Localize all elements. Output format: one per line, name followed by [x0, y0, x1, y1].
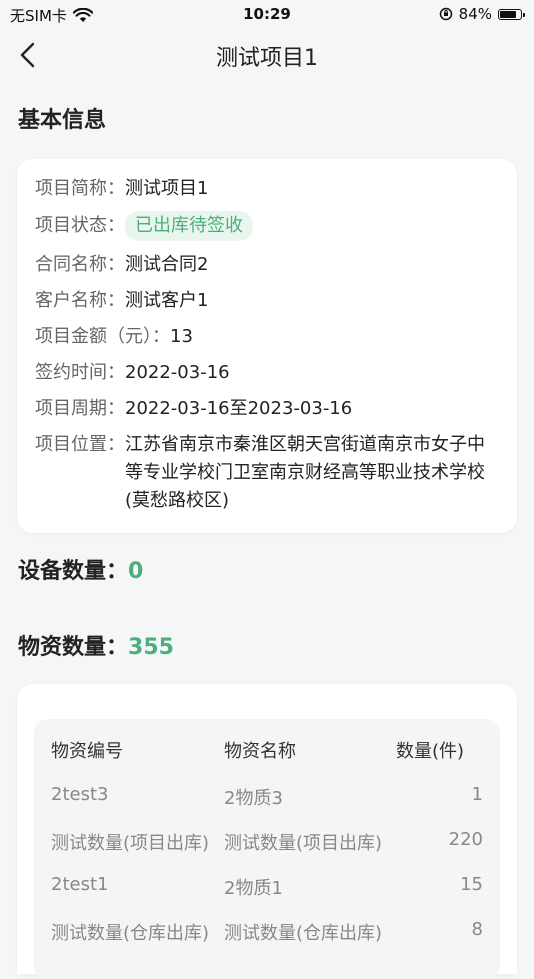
page-title: 测试项目1 — [216, 46, 318, 71]
info-value: 13 — [170, 326, 193, 347]
info-label: 项目金额（元）： — [35, 326, 170, 347]
info-value: 2022-03-16 — [125, 362, 230, 383]
cell-qty: 220 — [448, 829, 483, 850]
info-value: 江苏省南京市秦淮区朝天宫街道南京市女子中等专业学校门卫室南京财经高等职业技术学校… — [125, 434, 485, 511]
info-row-status: 项目状态： 已出库待签收 — [35, 211, 253, 241]
status-right: 84% — [439, 5, 525, 23]
material-table: 物资编号 物资名称 数量(件) 2test3 2物质3 1 测试数量(项目出库)… — [34, 719, 500, 979]
info-row-short-name: 项目简称： 测试项目1 — [35, 175, 208, 203]
battery-percent: 84% — [458, 5, 492, 23]
table-header-qty: 数量(件) — [396, 741, 465, 762]
info-label: 客户名称： — [35, 290, 125, 311]
info-value: 测试项目1 — [125, 178, 209, 199]
material-count-label: 物资数量： — [18, 635, 129, 660]
cell-qty: 8 — [471, 919, 483, 940]
info-row-amount: 项目金额（元）： 13 — [35, 323, 193, 351]
cell-code: 测试数量(项目出库) — [51, 833, 210, 854]
info-label: 合同名称： — [35, 254, 125, 275]
device-count-label: 设备数量： — [18, 559, 129, 584]
info-row-sign-date: 签约时间： 2022-03-16 — [35, 359, 230, 387]
cell-qty: 15 — [460, 874, 483, 895]
info-label: 签约时间： — [35, 362, 125, 383]
material-count-title: 物资数量：355 — [18, 629, 174, 665]
basic-info-card: 项目简称： 测试项目1 项目状态： 已出库待签收 合同名称： 测试合同2 客户名… — [17, 159, 517, 533]
info-label: 项目周期： — [35, 398, 125, 419]
info-value: 测试客户1 — [125, 290, 209, 311]
nav-bar: 测试项目1 — [0, 30, 534, 80]
material-card: 物资编号 物资名称 数量(件) 2test3 2物质3 1 测试数量(项目出库)… — [17, 684, 517, 979]
info-row-customer: 客户名称： 测试客户1 — [35, 287, 208, 315]
basic-info-title-text: 基本信息 — [18, 108, 107, 133]
table-header-code: 物资编号 — [51, 741, 123, 762]
info-label: 项目状态： — [35, 215, 125, 236]
status-badge: 已出库待签收 — [125, 211, 253, 241]
battery-fill — [500, 10, 516, 18]
cell-code: 2test1 — [51, 874, 109, 895]
cell-code: 2test3 — [51, 784, 109, 805]
info-row-location: 项目位置： 江苏省南京市秦淮区朝天宫街道南京市女子中等专业学校门卫室南京财经高等… — [35, 431, 501, 515]
orientation-lock-icon — [439, 7, 452, 21]
cell-name: 测试数量(项目出库) — [224, 833, 383, 854]
device-count-title: 设备数量：0 — [18, 553, 144, 589]
info-value: 测试合同2 — [125, 254, 209, 275]
device-count-value: 0 — [128, 559, 144, 584]
cell-name: 2物质1 — [224, 878, 283, 899]
info-label: 项目位置： — [35, 434, 125, 455]
material-count-value: 355 — [128, 635, 174, 660]
basic-info-title: 基本信息 — [18, 102, 107, 138]
status-bar: 无SIM卡 10:29 84% — [0, 0, 534, 30]
cell-code: 测试数量(仓库出库) — [51, 923, 210, 944]
info-value: 2022-03-16至2023-03-16 — [125, 398, 353, 419]
info-row-period: 项目周期： 2022-03-16至2023-03-16 — [35, 395, 352, 423]
battery-icon — [498, 8, 525, 20]
cell-qty: 1 — [471, 784, 483, 805]
cell-name: 2物质3 — [224, 788, 283, 809]
info-row-contract: 合同名称： 测试合同2 — [35, 251, 208, 279]
info-label: 项目简称： — [35, 178, 125, 199]
cell-name: 测试数量(仓库出库) — [224, 923, 383, 944]
table-header-name: 物资名称 — [224, 741, 296, 762]
